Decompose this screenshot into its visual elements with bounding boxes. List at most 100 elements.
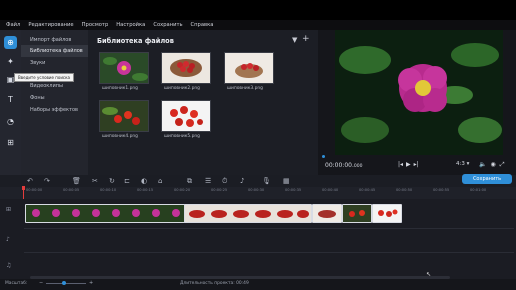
playback-controls: |◂ ▶ ▸| [398, 161, 419, 168]
category-panel: Импорт файлов Библиотека файлов Звуки Ви… [21, 30, 88, 175]
thumb-label-1: шиповник1.png [102, 86, 138, 91]
berries-white-photo [162, 101, 210, 131]
berries-bowl-photo [225, 53, 273, 83]
category-effect-sets[interactable]: Наборы эффектов [21, 104, 88, 116]
thumb-item-2[interactable] [161, 52, 211, 84]
music-track-icon[interactable]: ♫ [6, 262, 11, 269]
video-preview[interactable] [335, 30, 503, 155]
aspect-value: 4:3 [456, 161, 465, 167]
branch-filmstrip [343, 205, 371, 222]
fullscreen-icon[interactable]: ⤢ [500, 161, 505, 169]
category-library[interactable]: Библиотека файлов [21, 45, 88, 57]
play-icon[interactable]: ▶ [406, 161, 411, 168]
category-backgrounds[interactable]: Фоны [21, 92, 88, 104]
thumb-item-5[interactable] [161, 100, 211, 132]
color-adjust-icon[interactable]: ◐ [141, 177, 147, 185]
branch-berries-photo [100, 101, 148, 131]
filter-icon[interactable]: ▼ [292, 36, 297, 44]
video-track-icon[interactable]: ⊞ [6, 206, 11, 213]
thumb-label-2: шиповник2.png [164, 86, 200, 91]
titles-icon[interactable]: T [4, 93, 17, 106]
transitions-icon[interactable]: ◔ [4, 115, 17, 128]
duration-label: Длительность проекта: [180, 281, 235, 286]
search-tooltip: Введите условие поиска [14, 73, 74, 82]
tick-label: 00:00:30 [248, 188, 265, 192]
stabilize-icon[interactable]: ⌂ [158, 177, 162, 185]
magic-wand-icon[interactable]: ✦ [4, 55, 17, 68]
timeline-clip-5[interactable] [372, 204, 402, 223]
menu-view[interactable]: Просмотр [82, 22, 109, 28]
timeline-clip-3[interactable] [312, 204, 342, 223]
next-frame-icon[interactable]: ▸| [414, 161, 419, 168]
zoom-in-icon[interactable]: + [89, 280, 93, 286]
add-icon[interactable]: + [302, 34, 310, 44]
delete-icon[interactable]: 🗑 [72, 177, 81, 185]
clip-properties-icon[interactable]: ☰ [205, 177, 211, 185]
import-tool-icon[interactable]: ⊕ [4, 36, 17, 49]
category-sounds[interactable]: Звуки [21, 57, 88, 69]
aspect-select[interactable]: 4:3 ▾ [456, 161, 469, 167]
menu-settings[interactable]: Настройка [116, 22, 145, 28]
zoom-label: Масштаб: [5, 281, 28, 286]
markers-icon[interactable]: ▦ [283, 177, 290, 185]
thumb-item-1[interactable] [99, 52, 149, 84]
zoom-out-icon[interactable]: − [39, 280, 43, 286]
menu-help[interactable]: Справка [191, 22, 214, 28]
thumb-item-3[interactable] [224, 52, 274, 84]
preview-position-handle[interactable] [322, 155, 325, 158]
duration-value: 00:49 [236, 281, 249, 286]
snapshot-icon[interactable]: ◉ [490, 161, 495, 169]
tick-label: 00:00:25 [211, 188, 228, 192]
timecode-ms: 000 [353, 164, 363, 169]
track-divider [24, 228, 514, 229]
tool-rail: ⊕ ✦ ▣ T ◔ ⊞ [0, 30, 21, 175]
tick-label: 00:00:20 [174, 188, 191, 192]
audio-icon[interactable]: ♪ [240, 177, 244, 185]
track-divider [24, 252, 514, 253]
tick-label: 00:00:45 [359, 188, 376, 192]
tick-label: 00:00:35 [285, 188, 302, 192]
project-duration: Длительность проекта: 00:49 [180, 281, 249, 286]
rose-preview-photo [335, 30, 503, 155]
prev-frame-icon[interactable]: |◂ [398, 161, 403, 168]
preview-timecode: 00:00:00.000 [325, 162, 363, 169]
menu-save[interactable]: Сохранить [153, 22, 182, 28]
thumb-item-4[interactable] [99, 100, 149, 132]
more-tools-icon[interactable]: ⊞ [4, 136, 17, 149]
zoom-slider[interactable] [46, 283, 86, 284]
thumb-label-5: шиповник5.png [164, 134, 200, 139]
crop-icon[interactable]: ⊏ [124, 177, 130, 185]
microphone-icon[interactable]: 🎙 [262, 177, 271, 185]
menu-row: Файл Редактирование Просмотр Настройка С… [6, 22, 213, 28]
speed-icon[interactable]: ⏱ [222, 177, 227, 186]
tick-label: 00:00:00 [26, 188, 43, 192]
timeline-clip-2[interactable] [184, 204, 312, 223]
rotate-icon[interactable]: ↻ [109, 177, 115, 185]
tick-label: 00:00:50 [396, 188, 413, 192]
save-button[interactable]: Сохранить [462, 174, 512, 184]
menu-edit[interactable]: Редактирование [28, 22, 73, 28]
redo-icon[interactable]: ↷ [44, 177, 50, 185]
tick-label: 00:01:00 [470, 188, 487, 192]
thumb-label-3: шиповник3.png [227, 86, 263, 91]
cut-icon[interactable]: ✂ [92, 177, 98, 185]
berries-basket-photo [162, 53, 210, 83]
white-berries-filmstrip [373, 205, 401, 222]
timeline-clip-4[interactable] [342, 204, 372, 223]
thumb-label-4: шиповник4.png [102, 134, 138, 139]
menubar [0, 0, 516, 20]
berries-filmstrip [185, 205, 311, 222]
volume-icon[interactable]: 🔈 [479, 161, 486, 169]
preview-extra-controls: 🔈 ◉ ⤢ [479, 161, 505, 169]
menu-file[interactable]: Файл [6, 22, 20, 28]
rose-photo [100, 53, 148, 83]
library-title: Библиотека файлов [97, 37, 174, 45]
audio-track-icon[interactable]: ♪ [6, 236, 10, 243]
timeline-clip-1[interactable] [25, 204, 185, 223]
bowl-filmstrip [313, 205, 341, 222]
tick-label: 00:00:10 [100, 188, 117, 192]
insert-icon[interactable]: ⧉ [187, 177, 192, 186]
undo-icon[interactable]: ↶ [27, 177, 33, 185]
zoom-slider-handle[interactable] [62, 281, 66, 285]
rose-filmstrip [26, 205, 184, 222]
